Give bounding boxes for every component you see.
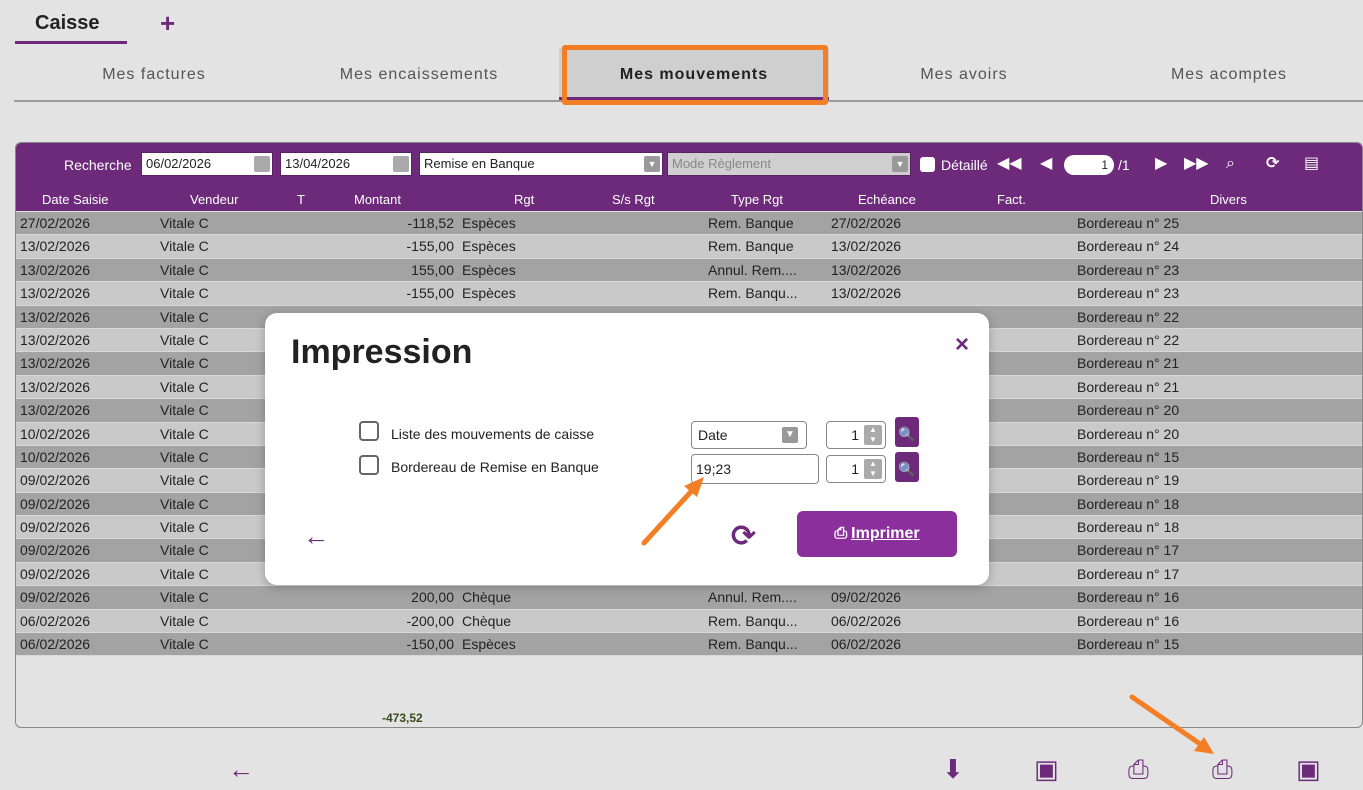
arrow-to-print: [1129, 694, 1214, 754]
arrow-to-input: [641, 477, 704, 546]
annotation-arrows: [641, 477, 1214, 754]
